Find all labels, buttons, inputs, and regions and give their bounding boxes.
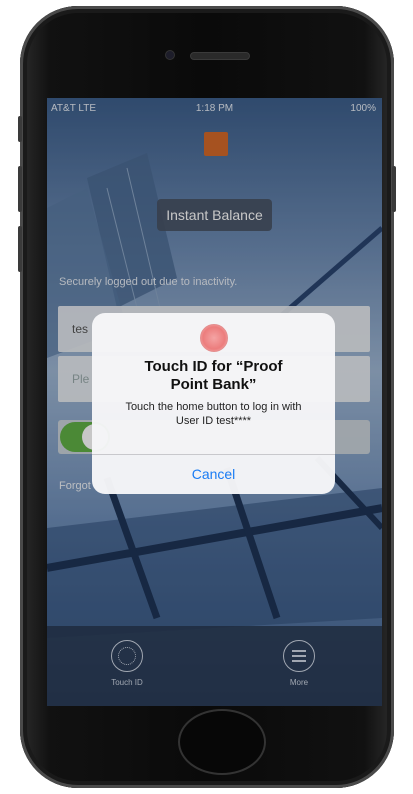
fingerprint-icon [199, 324, 228, 352]
alert-title-line1: Touch ID for “Proof [144, 358, 283, 375]
app-screen: AT&T LTE 1:18 PM 100% Instant Balance Se… [47, 98, 382, 706]
volume-down-button [18, 226, 22, 272]
cancel-button[interactable]: Cancel [92, 455, 335, 494]
earpiece-speaker [190, 52, 250, 60]
alert-message-line2: User ID test**** [175, 415, 252, 427]
alert-message-line1: Touch the home button to log in with [125, 401, 302, 413]
volume-up-button [18, 166, 22, 212]
mute-switch [18, 116, 22, 142]
home-button[interactable] [178, 709, 266, 775]
power-button [392, 166, 396, 212]
alert-title-line2: Point Bank” [170, 376, 257, 393]
front-camera [165, 50, 175, 60]
touch-id-alert: Touch ID for “Proof Point Bank” Touch th… [92, 313, 335, 494]
